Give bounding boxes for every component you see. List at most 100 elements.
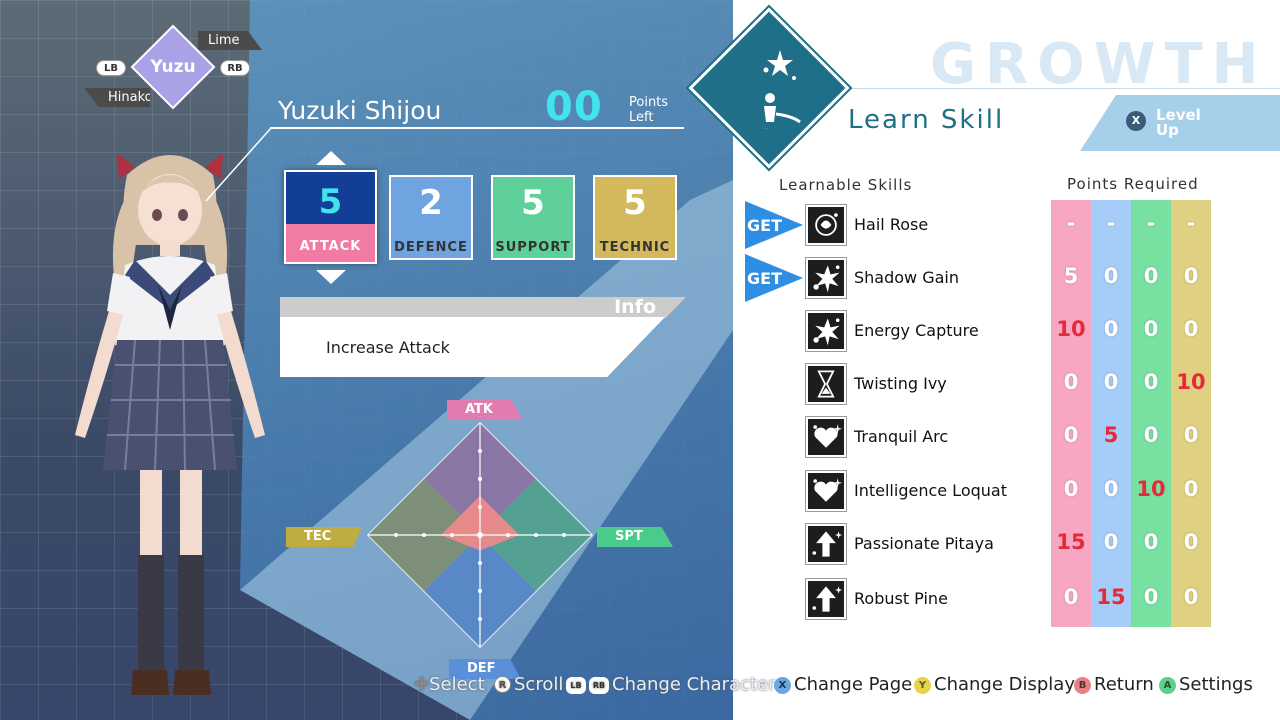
- points-required-tec: 0: [1183, 264, 1199, 288]
- points-required-atk: 0: [1063, 585, 1079, 609]
- get-label: GET: [747, 269, 782, 288]
- skill-name: Robust Pine: [854, 589, 948, 608]
- points-required-spt: -: [1146, 211, 1156, 235]
- points-required-tec: -: [1186, 211, 1196, 235]
- info-title: Info: [614, 296, 656, 318]
- learn-skill-title: Learn Skill: [848, 105, 1005, 135]
- points-left-label: Points Left: [629, 95, 669, 125]
- skill-row[interactable]: Twisting Ivy 0 0 0 10: [740, 360, 1230, 410]
- skill-name: Hail Rose: [854, 215, 929, 234]
- controls-hint-bar: ✚Select R Scroll LB RB Change Character X Ch…: [414, 672, 1274, 698]
- stat-card-technic[interactable]: 5 TECHNIC: [593, 175, 677, 260]
- points-required-def: -: [1106, 211, 1116, 235]
- arrow-up-sparkle-icon: [806, 524, 846, 564]
- stat-label: SUPPORT: [495, 240, 571, 255]
- hint-scroll: R Scroll: [494, 674, 563, 695]
- heart-sparkle-icon: [806, 417, 846, 457]
- skill-name: Intelligence Loquat: [854, 481, 1007, 500]
- learn-skill-emblem-icon: [738, 50, 801, 129]
- character-name: Yuzuki Shijou: [278, 96, 442, 125]
- skill-row[interactable]: Passionate Pitaya 15 0 0 0: [740, 520, 1230, 570]
- points-required-spt: 0: [1143, 317, 1159, 341]
- stat-label: TECHNIC: [599, 240, 671, 255]
- r-stick-icon: R: [494, 676, 511, 693]
- skill-row[interactable]: Energy Capture 10 0 0 0: [740, 307, 1230, 357]
- points-required-spt: 0: [1143, 585, 1159, 609]
- points-required-spt: 0: [1143, 370, 1159, 394]
- points-required-spt: 0: [1143, 530, 1159, 554]
- hint-settings: A Settings: [1159, 674, 1253, 695]
- hint-change-page: X Change Page: [774, 674, 912, 695]
- points-required-atk: -: [1066, 211, 1076, 235]
- points-required-tec: 0: [1183, 530, 1199, 554]
- stat-value: 5: [521, 183, 545, 223]
- x-button-icon: X: [1126, 111, 1146, 131]
- learnable-skills-header: Learnable Skills: [779, 176, 913, 194]
- points-required-atk: 0: [1063, 370, 1079, 394]
- a-button-icon: A: [1159, 677, 1176, 694]
- points-required-tec: 0: [1183, 585, 1199, 609]
- skill-name: Energy Capture: [854, 321, 979, 340]
- hourglass-icon: [806, 364, 846, 404]
- stat-card-defence[interactable]: 2 DEFENCE: [389, 175, 473, 260]
- stat-label: ATTACK: [299, 239, 362, 254]
- heart-sparkle-icon: [806, 471, 846, 511]
- x-button-icon: X: [774, 677, 791, 694]
- decrease-arrow-icon[interactable]: [316, 270, 346, 284]
- skill-row[interactable]: Robust Pine 0 15 0 0: [740, 575, 1230, 625]
- dpad-icon: ✚: [414, 674, 430, 695]
- hint-change-display: Y Change Display: [914, 674, 1075, 695]
- stat-label: DEFENCE: [394, 240, 468, 255]
- points-required-atk: 10: [1056, 317, 1086, 341]
- points-required-def: 0: [1103, 264, 1119, 288]
- skill-row[interactable]: Tranquil Arc 0 5 0 0: [740, 413, 1230, 463]
- lb-button[interactable]: LB: [96, 60, 126, 76]
- points-required-atk: 5: [1063, 264, 1079, 288]
- skill-row[interactable]: GET Hail Rose - - - -: [740, 201, 1230, 251]
- points-required-tec: 0: [1183, 317, 1199, 341]
- points-required-tec: 0: [1183, 477, 1199, 501]
- points-required-atk: 15: [1056, 530, 1086, 554]
- points-required-atk: 0: [1063, 477, 1079, 501]
- y-button-icon: Y: [914, 677, 931, 694]
- stat-value: 2: [419, 183, 443, 223]
- character-portrait: [75, 153, 265, 695]
- skill-row[interactable]: GET Shadow Gain 5 0 0 0: [740, 254, 1230, 304]
- skill-row[interactable]: Intelligence Loquat 0 0 10 0: [740, 467, 1230, 517]
- prev-character-label: Hinako: [108, 90, 153, 105]
- lb-icon: LB: [566, 677, 586, 694]
- radar-label-tec: TEC: [286, 527, 362, 547]
- hint-select: ✚Select: [414, 674, 485, 695]
- stat-card-attack[interactable]: 5 ATTACK: [284, 170, 377, 264]
- skill-name: Passionate Pitaya: [854, 534, 994, 553]
- rose-icon: [806, 205, 846, 245]
- stat-value: 5: [318, 182, 343, 222]
- points-required-def: 0: [1103, 370, 1119, 394]
- burst-icon: [806, 311, 846, 351]
- radar-label-atk: ATK: [447, 400, 523, 420]
- points-required-def: 5: [1103, 423, 1119, 447]
- skill-name: Tranquil Arc: [854, 427, 949, 446]
- rb-icon: RB: [589, 677, 609, 694]
- points-required-spt: 0: [1143, 423, 1159, 447]
- b-button-icon: B: [1074, 677, 1091, 694]
- info-text: Increase Attack: [326, 338, 450, 357]
- points-required-atk: 0: [1063, 423, 1079, 447]
- hint-return: B Return: [1074, 674, 1154, 695]
- stat-card-support[interactable]: 5 SUPPORT: [491, 175, 575, 260]
- hint-change-character: LB RB Change Character: [566, 674, 776, 695]
- points-required-tec: 10: [1176, 370, 1206, 394]
- points-required-tec: 0: [1183, 423, 1199, 447]
- points-required-def: 0: [1103, 530, 1119, 554]
- increase-arrow-icon[interactable]: [316, 151, 346, 165]
- skill-name: Twisting Ivy: [854, 374, 947, 393]
- points-required-spt: 0: [1143, 264, 1159, 288]
- points-required-def: 15: [1096, 585, 1126, 609]
- points-required-header: Points Required: [1067, 175, 1199, 193]
- radar-label-spt: SPT: [597, 527, 673, 547]
- points-required-def: 0: [1103, 317, 1119, 341]
- points-required-def: 0: [1103, 477, 1119, 501]
- name-pointer-line: [205, 126, 273, 202]
- next-character-label: Lime: [208, 33, 240, 48]
- rb-button[interactable]: RB: [220, 60, 250, 76]
